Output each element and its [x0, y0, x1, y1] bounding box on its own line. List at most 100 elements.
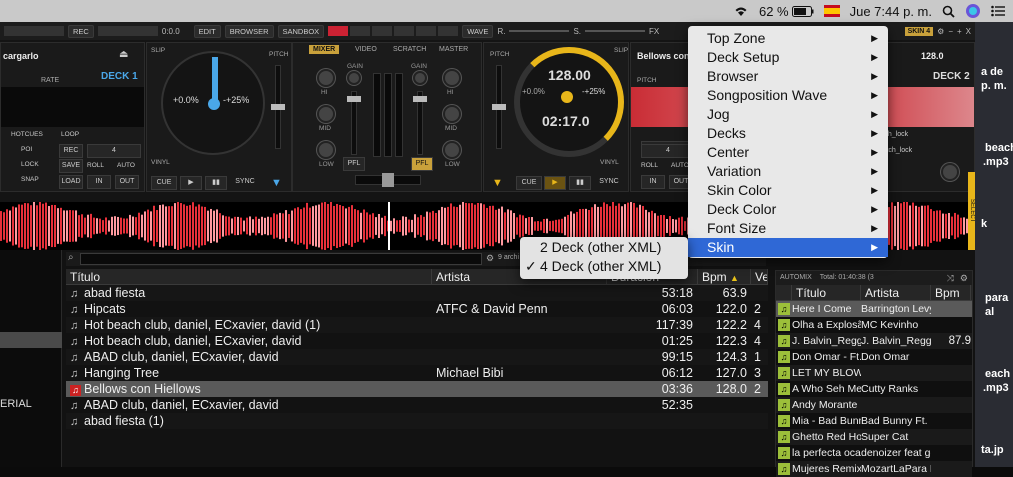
- deck2-jog-wheel[interactable]: 128.00 +0.0% -+25% 02:17.0: [514, 47, 624, 157]
- deck1-sync-button[interactable]: SYNC: [230, 176, 260, 190]
- tab-master[interactable]: MASTER: [435, 45, 472, 54]
- deck1-roll-label[interactable]: ROLL: [87, 162, 104, 169]
- volume-right-fader[interactable]: [413, 91, 427, 155]
- desktop-label-5[interactable]: k: [981, 218, 987, 230]
- desktop-label-2[interactable]: p. m.: [981, 80, 1007, 92]
- s-slider[interactable]: [585, 30, 646, 32]
- deck2-master-icon[interactable]: ▼: [492, 177, 503, 189]
- submenu-item-1[interactable]: 2 Deck (other XML): [520, 238, 688, 257]
- automix-gear-icon[interactable]: ⚙: [960, 271, 968, 285]
- settings-gear-icon[interactable]: ⚙: [937, 27, 944, 36]
- browser-button[interactable]: BROWSER: [224, 24, 274, 38]
- deck2-roll-label[interactable]: ROLL: [641, 162, 658, 169]
- maximize-button[interactable]: +: [957, 27, 962, 36]
- deck2-cue-button[interactable]: CUE: [516, 176, 542, 190]
- eq-low-left-knob[interactable]: [317, 141, 335, 159]
- battery-status[interactable]: 62 %: [759, 4, 814, 19]
- pfl-right-button[interactable]: PFL: [411, 157, 433, 171]
- deck1-loop-out-button[interactable]: OUT: [115, 175, 139, 189]
- deck1-vinyl-label[interactable]: VINYL: [151, 159, 170, 166]
- deck1-loop-size[interactable]: 4: [87, 144, 141, 158]
- deck1-play-icon[interactable]: ▶: [180, 176, 202, 190]
- menu-item-decks[interactable]: Decks ▶: [688, 124, 888, 143]
- table-row[interactable]: ♫ ABAD club, daniel, ECxavier, david 52:35: [66, 397, 768, 413]
- deck1-rec-button[interactable]: REC: [59, 144, 83, 158]
- deck1-cue-button[interactable]: CUE: [151, 176, 177, 190]
- automix-col-title[interactable]: Título: [792, 285, 861, 300]
- menu-item-skin-color[interactable]: Skin Color ▶: [688, 181, 888, 200]
- deck1-snap-button[interactable]: SNAP: [21, 176, 39, 183]
- table-row[interactable]: ♫ Hanging Tree Michael Bibi 06:12 127.0 3: [66, 365, 768, 381]
- select-tab[interactable]: SELECT: [968, 172, 975, 250]
- desktop-label-7[interactable]: al: [985, 306, 994, 318]
- search-input[interactable]: [80, 253, 482, 265]
- desktop-label-9[interactable]: .mp3: [983, 382, 1009, 394]
- deck1-master-icon[interactable]: ▼: [271, 177, 282, 189]
- submenu-item-2[interactable]: ✓ 4 Deck (other XML): [520, 257, 688, 276]
- eq-low-right-knob[interactable]: [443, 141, 461, 159]
- deck1-hotcues-label[interactable]: HOTCUES: [11, 131, 43, 138]
- table-row[interactable]: ♫ Hipcats ATFC & David Penn 06:03 122.0 2: [66, 301, 768, 317]
- edit-button[interactable]: EDIT: [193, 24, 221, 38]
- filter-gear-icon[interactable]: ⚙: [486, 253, 494, 264]
- menu-item-songposition-wave[interactable]: Songposition Wave ▶: [688, 86, 888, 105]
- crossfader[interactable]: [355, 173, 421, 187]
- deck2-sync-button[interactable]: SYNC: [594, 176, 624, 190]
- eq-mid-right-knob[interactable]: [443, 105, 461, 123]
- deck1-auto-label[interactable]: AUTO: [117, 162, 135, 169]
- wave-button[interactable]: WAVE: [462, 24, 494, 38]
- skin-button[interactable]: SKIN 4: [904, 26, 934, 36]
- tab-scratch[interactable]: SCRATCH: [389, 45, 430, 54]
- desktop-label-1[interactable]: a de: [981, 66, 1003, 78]
- menu-item-jog[interactable]: Jog ▶: [688, 105, 888, 124]
- eq-mid-left-knob[interactable]: [317, 105, 335, 123]
- desktop-label-8[interactable]: each: [985, 368, 1010, 380]
- folder-item-selected[interactable]: [0, 332, 62, 348]
- record-button[interactable]: REC: [68, 24, 94, 38]
- deck1-load-button[interactable]: LOAD: [59, 175, 83, 189]
- deck1-poi-button[interactable]: POI: [21, 146, 32, 153]
- siri-icon[interactable]: [965, 3, 981, 19]
- automix-col-artist[interactable]: Artista: [861, 285, 931, 300]
- folder-item-label[interactable]: ERIAL: [0, 398, 32, 410]
- menu-item-browser[interactable]: Browser ▶: [688, 67, 888, 86]
- table-row[interactable]: ♫ abad fiesta (1): [66, 413, 768, 429]
- volume-left-fader[interactable]: [347, 91, 361, 155]
- deck2-play-icon[interactable]: ▶: [544, 176, 566, 190]
- spotlight-search-icon[interactable]: [942, 5, 955, 18]
- automix-col-bpm[interactable]: Bpm: [931, 285, 971, 300]
- menu-item-deck-setup[interactable]: Deck Setup ▶: [688, 48, 888, 67]
- col-bpm[interactable]: Bpm ▲: [698, 269, 751, 284]
- automix-row[interactable]: ♫ A Who Seh Me Cutty Ranks: [776, 381, 972, 397]
- menu-item-variation[interactable]: Variation ▶: [688, 162, 888, 181]
- eq-hi-left-knob[interactable]: [317, 69, 335, 87]
- notification-center-icon[interactable]: [991, 5, 1005, 17]
- automix-row[interactable]: ♫ Don Omar - Ft. Don Omar: [776, 349, 972, 365]
- deck2-extra-knob[interactable]: [941, 163, 959, 181]
- deck1-jog-wheel[interactable]: +0.0% -+25%: [161, 51, 265, 155]
- automix-row[interactable]: ♫ la perfecta ocac denoizer feat go: [776, 445, 972, 461]
- gain-right-knob[interactable]: [413, 71, 427, 85]
- close-button[interactable]: X: [966, 27, 971, 36]
- menu-item-top-zone[interactable]: Top Zone ▶: [688, 29, 888, 48]
- menu-item-font-size[interactable]: Font Size ▶: [688, 219, 888, 238]
- deck1-loop-label[interactable]: LOOP: [61, 131, 79, 138]
- deck2-pause-icon[interactable]: ▮▮: [569, 176, 591, 190]
- menu-item-deck-color[interactable]: Deck Color ▶: [688, 200, 888, 219]
- desktop-label-4[interactable]: .mp3: [983, 156, 1009, 168]
- deck1-loop-in-button[interactable]: IN: [87, 175, 111, 189]
- deck1-slip-label[interactable]: SLIP: [151, 47, 165, 54]
- deck1-eject-icon[interactable]: ⏏: [119, 49, 128, 60]
- desktop-label-6[interactable]: para: [985, 292, 1008, 304]
- table-row[interactable]: ♫ Bellows con Hiellows 03:36 128.0 2: [66, 381, 768, 397]
- deck1-pitch-fader[interactable]: [271, 65, 285, 149]
- automix-row[interactable]: ♫ LET MY BLOW: [776, 365, 972, 381]
- automix-row[interactable]: ♫Olha a ExplosãoMC Kevinho: [776, 317, 972, 333]
- desktop-label-3[interactable]: beach: [985, 142, 1013, 154]
- deck1-save-button[interactable]: SAVE: [59, 159, 83, 173]
- menu-item-skin[interactable]: Skin ▶: [688, 238, 888, 257]
- wifi-icon[interactable]: [733, 5, 749, 17]
- deck1-pause-icon[interactable]: ▮▮: [205, 176, 227, 190]
- table-row[interactable]: ♫ abad fiesta 53:18 63.9: [66, 285, 768, 301]
- desktop-label-10[interactable]: ta.jp: [981, 444, 1004, 456]
